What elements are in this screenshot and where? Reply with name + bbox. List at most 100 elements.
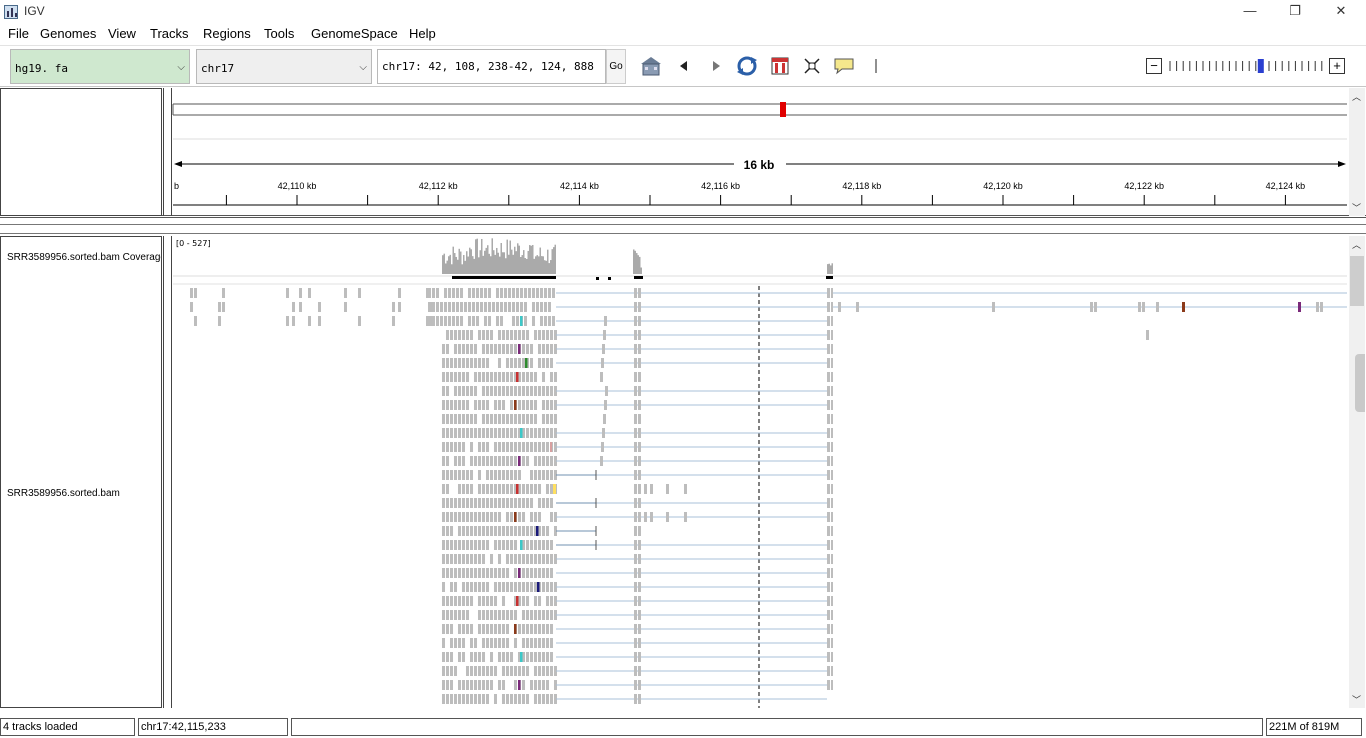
scroll-down-icon[interactable]: ﹀	[1352, 693, 1361, 706]
read	[526, 582, 529, 592]
read	[454, 596, 457, 606]
read	[542, 526, 545, 536]
read	[460, 316, 463, 326]
read	[454, 428, 457, 438]
read	[601, 442, 604, 452]
menu-bar: File Genomes View Tracks Regions Tools G…	[0, 23, 1366, 45]
scroll-thumb[interactable]	[1350, 256, 1364, 306]
locus-search-input[interactable]	[377, 49, 606, 84]
scroll-up-icon[interactable]: ︿	[1352, 238, 1361, 251]
coverage-bar	[828, 263, 830, 274]
coverage-bar	[541, 256, 543, 274]
region-navigator-icon[interactable]	[769, 55, 791, 77]
panel-divider[interactable]	[163, 236, 172, 708]
read	[454, 638, 457, 648]
zoom-slider[interactable]	[1168, 59, 1328, 73]
zoom-level-marker	[1257, 59, 1264, 73]
read	[634, 470, 637, 480]
chromosome-dropdown[interactable]: chr17 ⌵	[196, 49, 372, 84]
bam-track-name[interactable]: SRR3589956.sorted.bam	[7, 488, 161, 499]
panel-divider[interactable]	[163, 88, 172, 216]
resize-to-window-icon[interactable]	[801, 55, 823, 77]
ruler-line-icon[interactable]	[865, 55, 887, 77]
menu-genomespace[interactable]: GenomeSpace	[311, 26, 398, 41]
menu-file[interactable]: File	[8, 26, 29, 41]
read	[470, 330, 473, 340]
menu-regions[interactable]: Regions	[203, 26, 251, 41]
ruler-tick-label: 42,114 kb	[560, 181, 599, 191]
read	[526, 498, 529, 508]
menu-help[interactable]: Help	[409, 26, 436, 41]
read	[634, 582, 637, 592]
read	[470, 554, 473, 564]
close-button[interactable]: ✕	[1326, 2, 1356, 20]
read	[446, 372, 449, 382]
read	[534, 470, 537, 480]
read	[638, 456, 641, 466]
menu-genomes[interactable]: Genomes	[40, 26, 96, 41]
ruler-tick-label: 42,110 kb	[278, 181, 317, 191]
read	[534, 330, 537, 340]
read	[318, 316, 321, 326]
read	[446, 428, 449, 438]
read	[514, 582, 517, 592]
read	[538, 694, 541, 704]
home-icon[interactable]	[640, 55, 662, 77]
menu-tools[interactable]: Tools	[264, 26, 294, 41]
minimize-button[interactable]: —	[1235, 2, 1265, 20]
data-scrollbar[interactable]: ︿ ﹀	[1349, 236, 1365, 708]
header-scrollbar[interactable]: ︿ ﹀	[1349, 88, 1365, 216]
read	[530, 652, 533, 662]
read	[827, 400, 830, 410]
coverage-bar	[478, 257, 480, 274]
read	[638, 330, 641, 340]
read	[831, 666, 833, 676]
read	[482, 554, 485, 564]
read	[482, 400, 485, 410]
coverage-bar	[473, 258, 475, 274]
read	[638, 554, 641, 564]
read	[442, 344, 445, 354]
forward-arrow-icon[interactable]	[705, 55, 727, 77]
scroll-up-icon[interactable]: ︿	[1352, 90, 1361, 103]
read	[446, 680, 449, 690]
coverage-track-name[interactable]: SRR3589956.sorted.bam Coverage	[7, 252, 161, 263]
read	[526, 344, 529, 354]
read	[532, 288, 535, 298]
go-button[interactable]: Go	[606, 49, 626, 84]
read	[466, 330, 469, 340]
coverage-feature-mark	[596, 277, 599, 280]
menu-view[interactable]: View	[108, 26, 136, 41]
read	[522, 484, 525, 494]
coverage-bar	[463, 255, 465, 274]
read	[550, 694, 553, 704]
read	[530, 582, 533, 592]
read	[450, 554, 453, 564]
zoom-out-button[interactable]: −	[1146, 58, 1162, 74]
genome-dropdown[interactable]: hg19. fa ⌵	[10, 49, 190, 84]
read	[526, 554, 529, 564]
coverage-bar	[639, 256, 641, 274]
coverage-bar	[454, 253, 456, 274]
read	[498, 358, 501, 368]
read	[462, 498, 465, 508]
menu-tracks[interactable]: Tracks	[150, 26, 189, 41]
mismatch	[518, 568, 521, 578]
read	[458, 694, 461, 704]
coverage-bar	[515, 251, 517, 274]
read	[542, 498, 545, 508]
scroll-down-icon[interactable]: ﹀	[1352, 201, 1361, 214]
side-handle[interactable]	[1355, 354, 1365, 412]
read	[518, 358, 521, 368]
zoom-in-button[interactable]: +	[1329, 58, 1345, 74]
read	[530, 540, 533, 550]
read	[831, 414, 833, 424]
read	[498, 484, 501, 494]
back-arrow-icon[interactable]	[673, 55, 695, 77]
read	[458, 456, 461, 466]
read	[442, 442, 445, 452]
popup-info-icon[interactable]	[833, 55, 855, 77]
refresh-icon[interactable]	[736, 55, 758, 77]
restore-button[interactable]: ❐	[1280, 2, 1310, 20]
read	[502, 568, 505, 578]
